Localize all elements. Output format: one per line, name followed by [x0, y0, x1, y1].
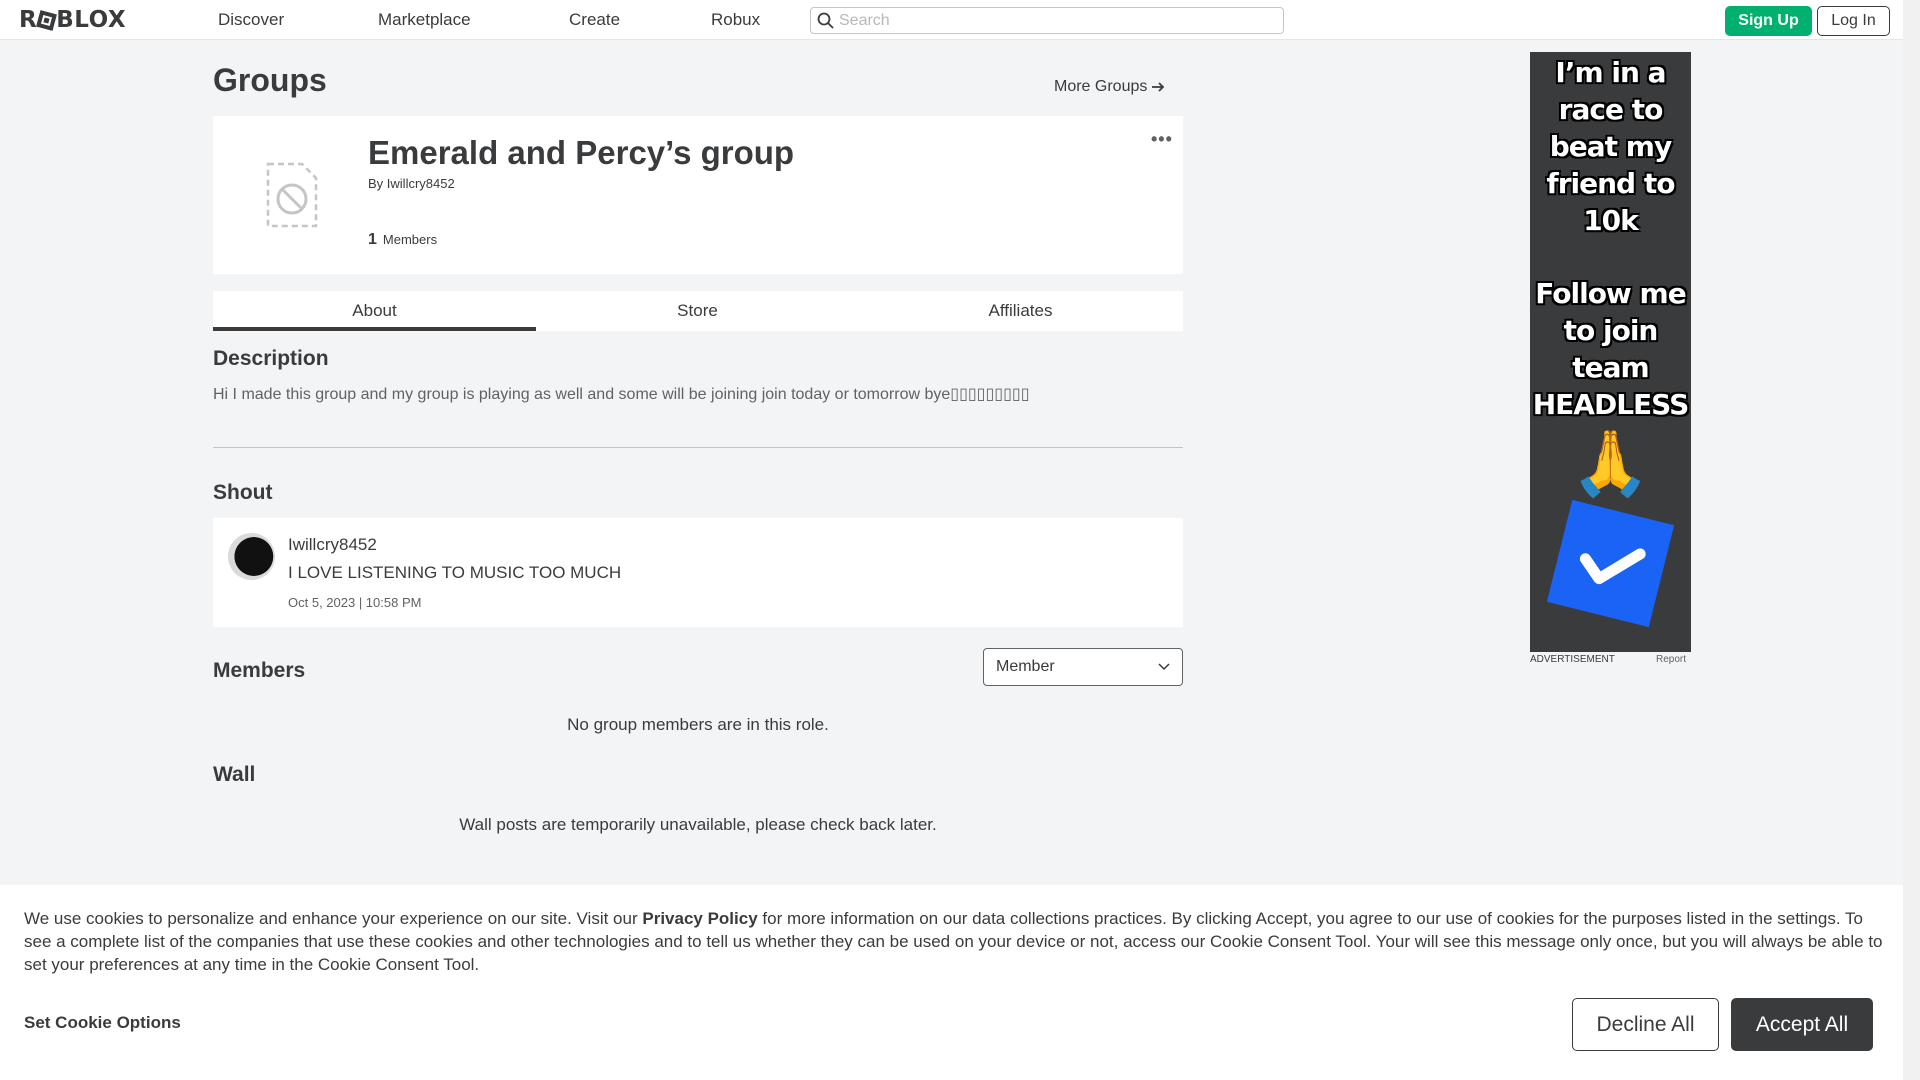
tab-affiliates[interactable]: Affiliates [859, 291, 1182, 331]
divider [213, 447, 1183, 448]
ad-report-link[interactable]: Report [1656, 654, 1686, 665]
page-title: Groups [213, 62, 327, 98]
group-member-count: 1 Members [368, 231, 437, 249]
search-icon [811, 8, 839, 33]
more-groups-label: More Groups [1054, 78, 1148, 95]
group-owner-line: By Iwillcry8452 [368, 176, 455, 191]
description-heading: Description [213, 347, 329, 370]
ad-subheadline: Follow me to join team HEADLESS [1532, 277, 1690, 421]
members-heading: Members [213, 659, 306, 682]
group-emblem-placeholder-icon [266, 162, 318, 228]
shout-heading: Shout [213, 481, 273, 504]
search-input[interactable] [839, 11, 1269, 30]
advertisement-label: ADVERTISEMENT [1530, 654, 1615, 665]
group-name: Emerald and Percy’s group [368, 134, 795, 171]
sign-up-button[interactable]: Sign Up [1725, 6, 1812, 36]
member-count-value: 1 [368, 231, 377, 248]
accept-all-button[interactable]: Accept All [1731, 998, 1873, 1051]
checkmark-icon [1546, 499, 1675, 628]
role-select-dropdown[interactable]: Member [983, 648, 1183, 686]
shout-timestamp: Oct 5, 2023 | 10:58 PM [288, 595, 422, 610]
group-header-card: Emerald and Percy’s group By Iwillcry845… [213, 116, 1183, 274]
privacy-policy-link[interactable]: Privacy Policy [642, 909, 757, 928]
member-count-label: Members [382, 232, 438, 247]
group-owner-link[interactable]: Iwillcry8452 [387, 176, 455, 191]
top-navigation-bar: R BLOX Discover Marketplace Create Robux … [0, 0, 1903, 40]
more-groups-link[interactable]: More Groups [1054, 78, 1165, 96]
wall-unavailable-message: Wall posts are temporarily unavailable, … [459, 815, 937, 834]
description-text: Hi I made this group and my group is pla… [213, 386, 1030, 403]
log-in-button[interactable]: Log In [1817, 6, 1890, 36]
shout-author-link[interactable]: Iwillcry8452 [288, 535, 377, 555]
nav-robux[interactable]: Robux [711, 10, 760, 30]
role-select-value: Member [996, 658, 1055, 675]
tab-store[interactable]: Store [536, 291, 859, 331]
tab-about[interactable]: About [213, 291, 536, 331]
shout-card: Iwillcry8452 I LOVE LISTENING TO MUSIC T… [213, 518, 1183, 627]
cookie-consent-text: We use cookies to personalize and enhanc… [24, 907, 1884, 976]
page-scrollbar[interactable] [1903, 0, 1920, 1080]
nav-marketplace[interactable]: Marketplace [378, 10, 471, 30]
set-cookie-options-link[interactable]: Set Cookie Options [24, 1013, 181, 1033]
roblox-logo[interactable]: R BLOX [19, 7, 126, 33]
more-options-icon[interactable]: ••• [1151, 130, 1173, 148]
ad-headline: I’m in a race to beat my friend to 10k [1546, 56, 1676, 237]
chevron-down-icon [1158, 663, 1170, 671]
cookie-consent-banner: We use cookies to personalize and enhanc… [0, 885, 1903, 1080]
group-tabs: About Store Affiliates [213, 291, 1183, 331]
nav-create[interactable]: Create [569, 10, 620, 30]
search-box[interactable] [810, 7, 1284, 34]
cookie-text-before: We use cookies to personalize and enhanc… [24, 909, 643, 928]
avatar[interactable] [228, 533, 275, 580]
nav-discover[interactable]: Discover [218, 10, 284, 30]
decline-all-button[interactable]: Decline All [1572, 998, 1719, 1051]
group-by-prefix: By [368, 176, 384, 191]
advertisement-banner[interactable]: I’m in a race to beat my friend to 10k F… [1530, 52, 1691, 652]
members-empty-message: No group members are in this role. [567, 715, 829, 734]
praying-hands-icon: 🙏 [1570, 427, 1651, 499]
wall-heading: Wall [213, 763, 256, 786]
arrow-right-icon [1152, 82, 1165, 92]
shout-body: I LOVE LISTENING TO MUSIC TOO MUCH [288, 563, 622, 582]
